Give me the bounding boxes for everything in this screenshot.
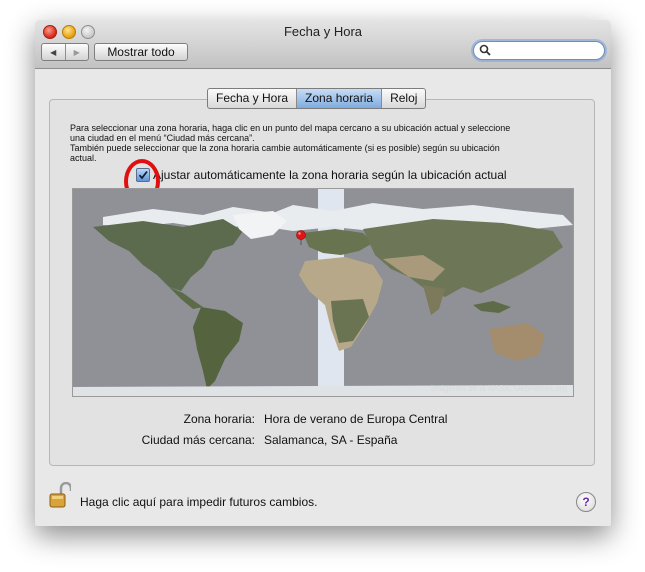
show-all-button[interactable]: Mostrar todo [94,43,188,61]
instructions-line: Para seleccionar una zona horaria, haga … [70,123,511,133]
auto-timezone-label[interactable]: Ajustar automáticamente la zona horaria … [153,168,507,182]
back-forward-control: ◀ ▶ [41,43,89,61]
time-zone-value: Hora de verano de Europa Central [264,412,448,426]
world-map-image [73,189,573,396]
tab-time-zone[interactable]: Zona horaria [296,89,382,108]
map-credit: Imágenes de la NASA, Geonames.org [430,384,567,393]
instructions-line: También puede seleccionar que la zona ho… [70,143,500,153]
instructions-text: Para seleccionar una zona horaria, haga … [70,123,580,163]
preferences-window: Fecha y Hora ◀ ▶ Mostrar todo Fecha y Ho… [35,20,611,526]
tab-bar: Fecha y Hora Zona horaria Reloj [207,88,427,109]
lock-message[interactable]: Haga clic aquí para impedir futuros camb… [80,495,317,509]
help-button[interactable]: ? [576,492,596,512]
instructions-line: una ciudad en el menú “Ciudad más cercan… [70,133,255,143]
closest-city-label: Ciudad más cercana: [141,433,255,447]
unlocked-lock-icon[interactable] [49,482,71,508]
tab-date-time[interactable]: Fecha y Hora [208,89,296,108]
title-bar: Fecha y Hora ◀ ▶ Mostrar todo [35,20,611,69]
tab-clock[interactable]: Reloj [381,89,425,108]
forward-button[interactable]: ▶ [64,44,89,60]
window-title: Fecha y Hora [283,24,363,39]
closest-city-menu[interactable]: Salamanca, SA - España [264,433,397,447]
time-zone-label: Zona horaria: [183,412,255,426]
back-button[interactable]: ◀ [42,44,65,60]
world-map[interactable]: Imágenes de la NASA, Geonames.org [72,188,574,397]
search-icon [479,44,491,56]
search-field[interactable] [473,41,605,60]
search-input[interactable] [494,43,594,57]
location-pin-icon [296,230,306,240]
